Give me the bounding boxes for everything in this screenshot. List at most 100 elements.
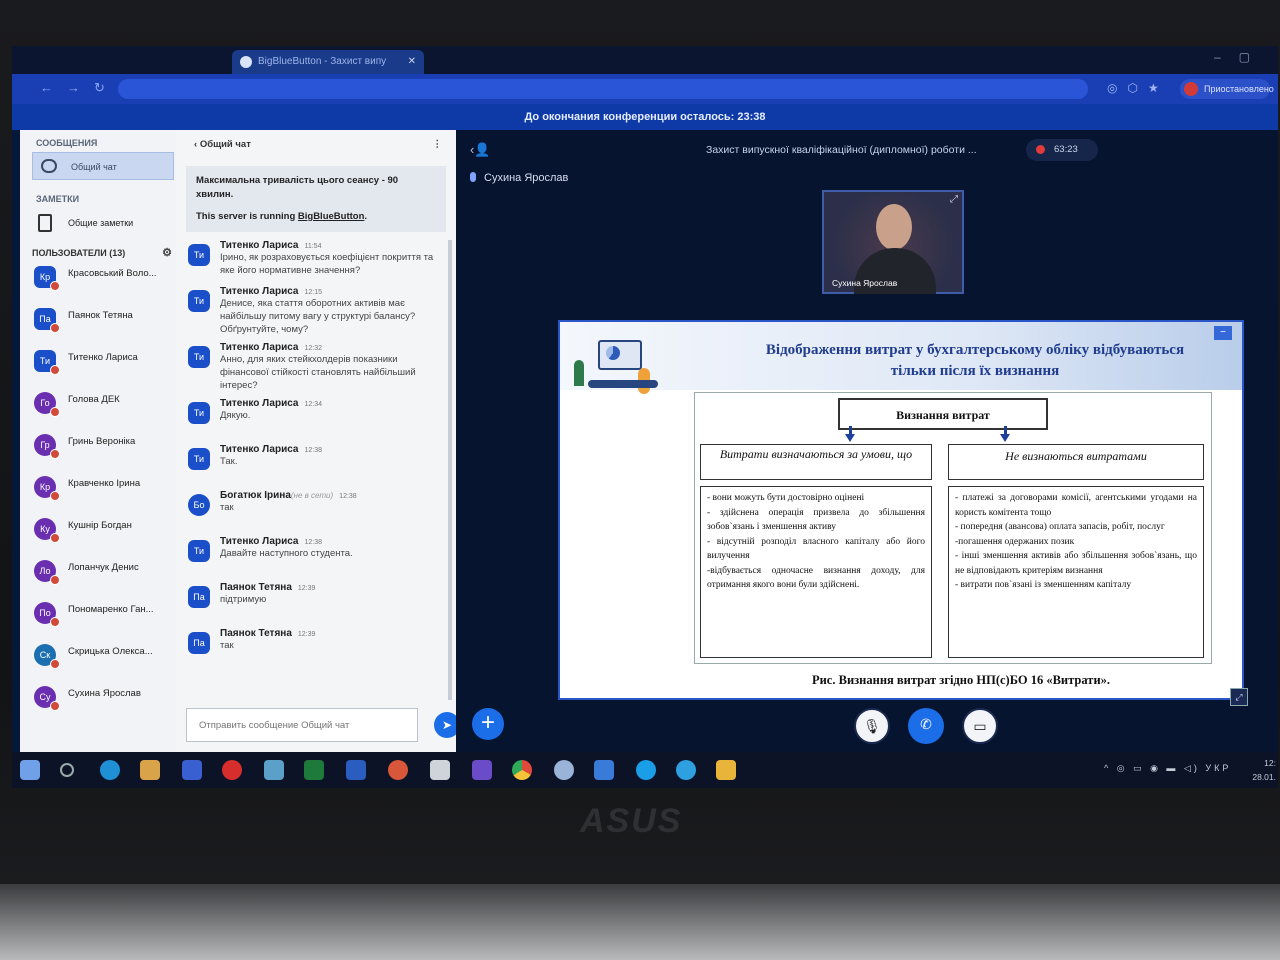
left-header-box: Витрати визначаються за умови, що xyxy=(700,444,932,480)
language-indicator[interactable]: УКР xyxy=(1205,763,1231,773)
user-list-item[interactable]: Ку Кушнір Богдан xyxy=(20,515,178,557)
webcam-face xyxy=(876,204,912,250)
skype-icon[interactable] xyxy=(636,760,656,780)
right-item: - платежі за договорами комісії, агентсь… xyxy=(955,493,1197,518)
user-list-item[interactable]: Кр Красовський Воло... xyxy=(20,263,178,305)
user-list-item[interactable]: Ло Лопанчук Денис xyxy=(20,557,178,599)
chat-panel: ‹ Общий чат ⋮ Максимальна тривалість цьо… xyxy=(176,130,460,752)
user-list-item[interactable]: Кр Кравченко Ірина xyxy=(20,473,178,515)
message-sender: Титенко Лариса 12:38 xyxy=(220,444,448,455)
welcome-message: Максимальна тривалість цього сеансу - 90… xyxy=(186,166,446,232)
mail-icon[interactable] xyxy=(594,760,614,780)
message-sender: Титенко Лариса 11:54 xyxy=(220,240,448,251)
chat-header[interactable]: ‹ Общий чат ⋮ xyxy=(176,130,456,160)
message-time: 12:34 xyxy=(304,401,322,408)
explorer-icon[interactable] xyxy=(430,760,450,780)
illustration-desk xyxy=(588,380,658,388)
expand-icon[interactable]: ⤢ xyxy=(1230,688,1248,706)
paint-icon[interactable] xyxy=(554,760,574,780)
actions-plus-button[interactable]: + xyxy=(472,708,504,740)
user-name: Красовський Воло... xyxy=(68,268,157,279)
message-avatar: Ти xyxy=(188,402,210,424)
chat-title: Общий чат xyxy=(199,139,251,150)
browser-tab[interactable]: BigBlueButton - Захист випу ✕ xyxy=(232,50,424,74)
visual-studio-icon[interactable] xyxy=(472,760,492,780)
users-toggle-icon[interactable]: ‹👤 xyxy=(470,142,491,158)
search-icon[interactable] xyxy=(60,763,74,777)
window-controls[interactable]: –▢ xyxy=(1214,50,1268,64)
store-icon[interactable] xyxy=(140,760,160,780)
message-text: так xyxy=(220,502,234,513)
notes-icon xyxy=(38,214,52,232)
sender-name: Титенко Лариса xyxy=(220,286,299,297)
slide-illustration xyxy=(568,330,668,402)
message-time: 11:54 xyxy=(304,243,322,250)
chat-message-input[interactable] xyxy=(186,708,418,742)
telegram-icon[interactable] xyxy=(676,760,696,780)
user-list-item[interactable]: Па Паянок Тетяна xyxy=(20,305,178,347)
fullscreen-icon[interactable]: ⤢ xyxy=(950,194,958,205)
welcome-server-suffix: . xyxy=(364,211,368,222)
gear-icon[interactable]: ⚙ xyxy=(162,246,172,259)
recording-indicator[interactable]: 63:23 xyxy=(1026,139,1098,161)
message-text: Так. xyxy=(220,456,238,467)
users-header: ПОЛЬЗОВАТЕЛИ (13) ⚙ xyxy=(20,238,178,263)
powerpoint-icon[interactable] xyxy=(388,760,408,780)
message-text: Дякую. xyxy=(220,410,251,421)
message-sender: Паянок Тетяна 12:39 xyxy=(220,628,448,639)
chrome-icon[interactable] xyxy=(512,760,532,780)
message-list[interactable]: Ти Титенко Лариса 11:54 Ірино, як розрахо… xyxy=(184,240,452,700)
message-time: 12:32 xyxy=(304,345,322,352)
folder-icon[interactable] xyxy=(716,760,736,780)
system-tray[interactable]: ^ ◎ ▭ ◉ ▬ ◁) УКР xyxy=(1104,763,1231,774)
user-list-item[interactable]: Су Сухина Ярослав xyxy=(20,683,178,725)
muted-mic-icon xyxy=(50,281,60,291)
address-bar: ←→↻ ◎⬡★ Приостановлено xyxy=(12,74,1278,104)
close-tab-icon[interactable]: ✕ xyxy=(408,50,416,74)
clock[interactable]: 12: 28.01. xyxy=(1252,756,1276,784)
chat-message: Ти Титенко Лариса 12:38 Так. xyxy=(184,444,448,484)
nav-buttons[interactable]: ←→↻ xyxy=(40,80,119,96)
bigbluebutton-link[interactable]: BigBlueButton xyxy=(298,211,365,222)
mute-mic-button[interactable]: 🎙 xyxy=(854,708,890,744)
user-list: Кр Красовський Воло... Па Паянок Тетяна Ти Ти… xyxy=(20,263,178,725)
webcam-video[interactable]: Сухина Ярослав ⤢ xyxy=(822,190,964,294)
illustration-pie xyxy=(606,346,620,360)
right-header-box: Не визнаються витратами xyxy=(948,444,1204,480)
user-list-item[interactable]: Ск Скрицька Олекса... xyxy=(20,641,178,683)
minimize-presentation-icon[interactable]: − xyxy=(1214,326,1232,340)
network-app-icon[interactable] xyxy=(264,760,284,780)
camera-toggle-button[interactable]: ▭ xyxy=(962,708,998,744)
message-text: Денисе, яка стаття оборотних активів має… xyxy=(220,298,416,335)
shared-notes-button[interactable]: Общие заметки xyxy=(28,208,178,238)
message-sender: Титенко Лариса 12:38 xyxy=(220,536,448,547)
user-list-item[interactable]: Го Голова ДЕК xyxy=(20,389,178,431)
sender-name: Паянок Тетяна xyxy=(220,582,292,593)
presentation-slide[interactable]: − Відображення витрат у бухгалтерському … xyxy=(558,320,1248,706)
profile-button[interactable]: Приостановлено xyxy=(1180,79,1274,99)
leave-audio-button[interactable]: ✆ xyxy=(908,708,944,744)
tab-title: BigBlueButton - Захист випу xyxy=(258,56,387,67)
user-list-item[interactable]: Ти Титенко Лариса xyxy=(20,347,178,389)
slide-caption: Рис. Визнання витрат згідно НП(с)БО 16 «… xyxy=(811,673,1111,687)
message-avatar: Ти xyxy=(188,346,210,368)
url-field[interactable] xyxy=(118,79,1088,99)
user-list-item[interactable]: Гр Гринь Вероніка xyxy=(20,431,178,473)
excel-icon[interactable] xyxy=(304,760,324,780)
user-list-item[interactable]: По Пономаренко Ган... xyxy=(20,599,178,641)
muted-mic-icon xyxy=(50,491,60,501)
message-avatar: Ти xyxy=(188,244,210,266)
public-chat-button[interactable]: Общий чат xyxy=(32,152,174,180)
chat-message: Па Паянок Тетяна 12:39 підтримую xyxy=(184,582,448,622)
extension-icons[interactable]: ◎⬡★ xyxy=(1107,81,1169,95)
chat-message: Ти Титенко Лариса 12:38 Давайте наступног… xyxy=(184,536,448,576)
meeting-title: Захист випускної кваліфікаційної (диплом… xyxy=(706,144,977,156)
save-icon[interactable] xyxy=(182,760,202,780)
word-icon[interactable] xyxy=(346,760,366,780)
more-options-icon[interactable]: ⋮ xyxy=(433,130,443,160)
app-icon[interactable] xyxy=(222,760,242,780)
welcome-duration: Максимальна тривалість цього сеансу - 90… xyxy=(196,175,399,200)
windows-start-icon[interactable] xyxy=(20,760,40,780)
edge-icon[interactable] xyxy=(100,760,120,780)
user-name: Кравченко Ірина xyxy=(68,478,141,489)
